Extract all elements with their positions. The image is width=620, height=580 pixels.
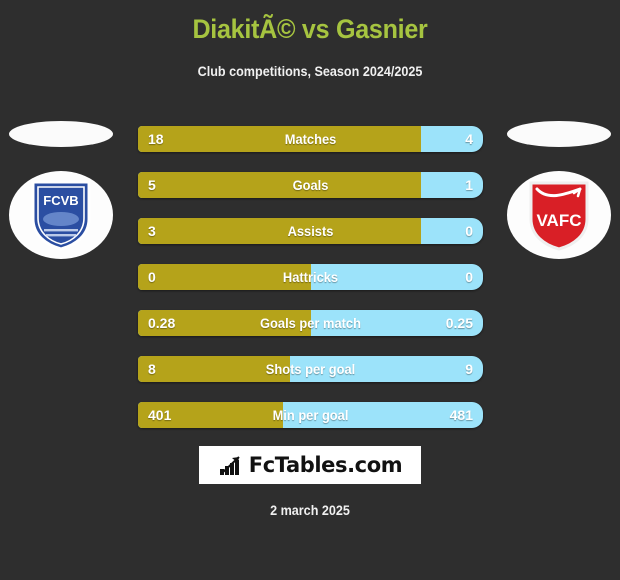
stat-row: 0.28 Goals per match 0.25 [138,310,483,336]
away-team-badge: VAFC [507,171,611,259]
stat-label: Shots per goal [265,361,356,377]
stat-away-value: 0 [465,223,473,239]
stat-row: 401 Min per goal 481 [138,402,483,428]
stat-away-value: 481 [449,407,473,423]
stat-label: Matches [284,131,337,147]
stat-away-value: 9 [465,361,473,377]
fctables-logo[interactable]: FcTables.com [199,446,421,484]
stat-label: Hattricks [282,269,339,285]
home-team-badge: FCVB [9,171,113,259]
stat-row: 0 Hattricks 0 [138,264,483,290]
decorative-ellipse-left [9,121,113,147]
stat-away-value: 4 [465,131,473,147]
home-crest-text: FCVB [43,193,78,208]
stat-label: Assists [287,223,334,239]
decorative-ellipse-right [507,121,611,147]
stat-row: 18 Matches 4 [138,126,483,152]
stat-away-value: 0.25 [445,315,473,331]
stat-label: Goals per match [260,315,361,331]
page-subtitle: Club competitions, Season 2024/2025 [197,63,423,79]
footer-date: 2 march 2025 [270,502,350,518]
stats-comparison-list: 18 Matches 4 5 Goals 1 3 Assists 0 0 Hattricks 0 0.2… [138,126,483,448]
stat-label: Goals [292,177,329,193]
bar-chart-icon [219,456,240,475]
page-title: DiakitÃ© vs Gasnier [192,14,428,44]
stat-away-value: 0 [465,269,473,285]
vafc-crest-icon: VAFC [529,181,589,251]
stat-row: 8 Shots per goal 9 [138,356,483,382]
fcvb-crest-icon: FCVB [31,180,91,251]
stat-row: 5 Goals 1 [138,172,483,198]
away-crest-text: VAFC [536,211,581,230]
stat-away-value: 1 [465,177,473,193]
fctables-logo-text: FcTables.com [248,453,403,477]
stat-row: 3 Assists 0 [138,218,483,244]
stat-label: Min per goal [272,407,349,423]
